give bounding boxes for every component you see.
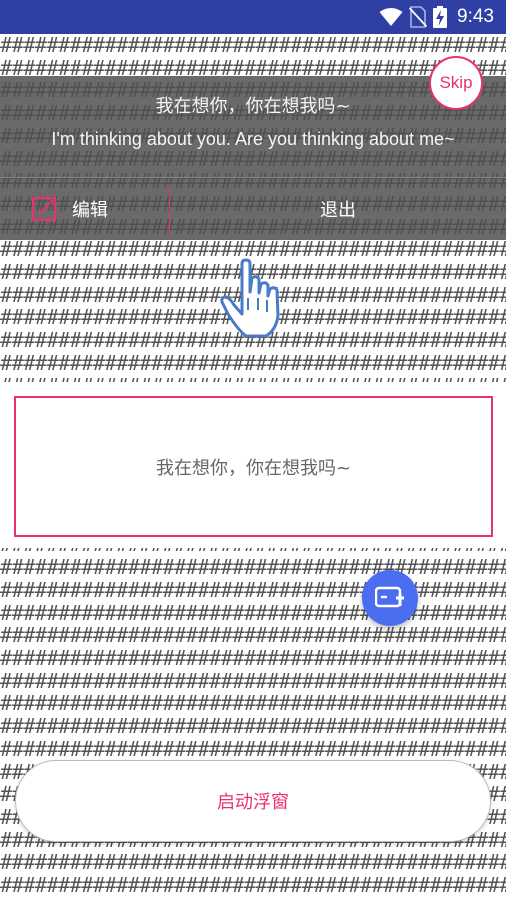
status-bar: 9:43 bbox=[0, 0, 506, 34]
wifi-icon bbox=[379, 8, 403, 26]
edit-icon bbox=[31, 196, 57, 222]
add-window-icon bbox=[375, 586, 404, 608]
exit-label: 退出 bbox=[320, 200, 356, 221]
no-sim-icon bbox=[409, 6, 428, 28]
launch-floating-window-button[interactable]: 启动浮窗 bbox=[15, 760, 491, 842]
exit-button[interactable]: 退出 bbox=[200, 186, 476, 232]
pointing-hand-icon bbox=[220, 258, 280, 338]
subtitle-text-cn: 我在想你，你在想我吗~ bbox=[155, 96, 351, 117]
subtitle-text-en: I'm thinking about you. Are you thinking… bbox=[51, 129, 455, 149]
status-icons: 9:43 bbox=[379, 6, 494, 28]
status-time: 9:43 bbox=[457, 6, 494, 27]
battery-charging-icon bbox=[433, 6, 448, 28]
edit-button[interactable]: 编辑 bbox=[30, 186, 160, 232]
content-text-box[interactable]: 我在想你，你在想我吗~ bbox=[14, 396, 493, 537]
add-window-button[interactable] bbox=[362, 570, 418, 626]
overlay-divider bbox=[0, 177, 506, 178]
edit-label: 编辑 bbox=[72, 200, 108, 221]
button-divider bbox=[169, 184, 170, 236]
floating-subtitle-window[interactable]: 我在想你，你在想我吗~ I'm thinking about you. Are … bbox=[0, 76, 506, 240]
skip-button[interactable]: Skip bbox=[429, 56, 483, 110]
